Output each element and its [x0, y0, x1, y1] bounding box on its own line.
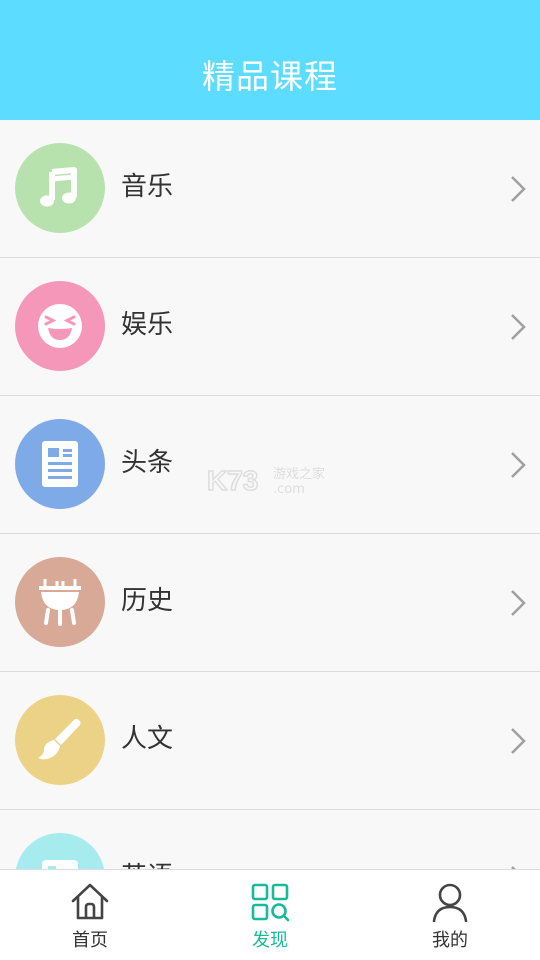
laughing-face-icon — [15, 281, 105, 371]
tab-profile[interactable]: 我的 — [360, 870, 540, 960]
tab-discover[interactable]: 发现 — [180, 870, 360, 960]
list-item-entertainment[interactable]: 娱乐 — [0, 258, 540, 396]
user-icon — [432, 883, 468, 922]
chevron-right-icon — [511, 452, 526, 478]
watermark-domain: .com — [273, 482, 305, 497]
music-note-icon — [15, 143, 105, 233]
home-icon — [71, 883, 109, 920]
list-item-music[interactable]: 音乐 — [0, 120, 540, 258]
header-bar: 精品课程 — [0, 0, 540, 120]
tab-label: 首页 — [72, 930, 108, 951]
list-item-label: 音乐 — [121, 172, 174, 202]
chevron-right-icon — [511, 314, 526, 340]
paint-brush-icon — [15, 695, 105, 785]
watermark-logo: K73 游戏之家 .com — [206, 464, 325, 497]
news-document-icon — [15, 419, 105, 509]
list-item-label: 人文 — [121, 724, 174, 754]
discover-grid-icon — [251, 883, 290, 922]
list-item-label: 头条 — [121, 448, 174, 478]
list-item-label: 娱乐 — [121, 310, 174, 340]
tab-label: 发现 — [252, 930, 288, 951]
tab-label: 我的 — [432, 930, 468, 951]
page-title: 精品课程 — [202, 57, 338, 96]
chevron-right-icon — [511, 728, 526, 754]
watermark-text: 游戏之家 — [273, 466, 325, 482]
bottom-tab-bar: 首页 发现 我的 — [0, 869, 540, 960]
tab-home[interactable]: 首页 — [0, 870, 180, 960]
list-item-humanities[interactable]: 人文 — [0, 672, 540, 810]
chevron-right-icon — [511, 176, 526, 202]
chevron-right-icon — [511, 590, 526, 616]
bronze-vessel-icon — [15, 557, 105, 647]
list-item-label: 历史 — [121, 586, 174, 616]
list-item-english[interactable]: 英语 — [0, 810, 540, 870]
list-item-history[interactable]: 历史 — [0, 534, 540, 672]
english-icon — [15, 833, 105, 870]
watermark-brand: K73 — [207, 465, 258, 496]
